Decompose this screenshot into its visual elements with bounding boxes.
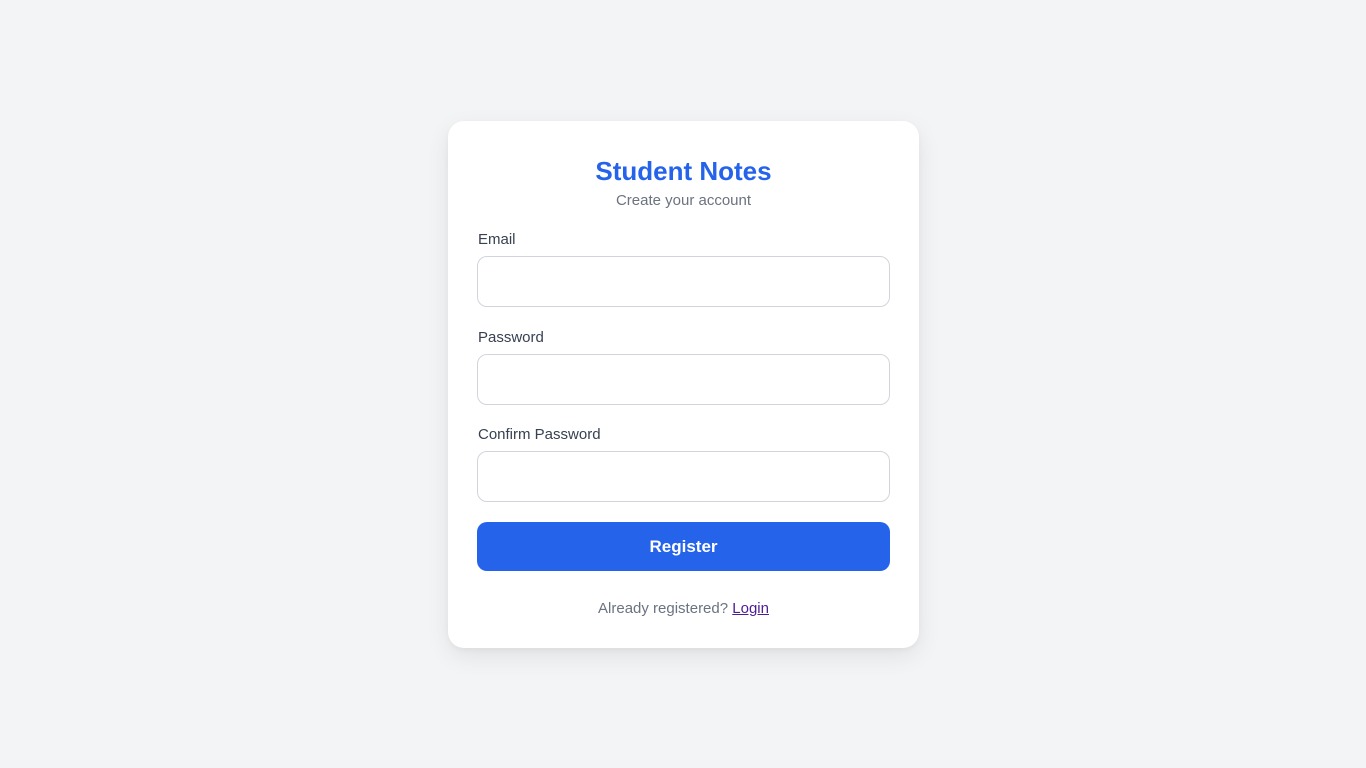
register-button[interactable]: Register	[477, 522, 890, 571]
app-title: Student Notes	[595, 156, 772, 186]
page-subtitle: Create your account	[615, 192, 752, 209]
register-card: Student Notes Create your account Email …	[448, 121, 919, 648]
login-prompt: Already registered? Login	[477, 599, 890, 619]
page: Student Notes Create your account Email …	[0, 0, 1366, 768]
confirm-password-input[interactable]	[477, 451, 890, 502]
login-prompt-text: Already registered?	[598, 600, 729, 617]
password-label: Password	[478, 329, 544, 346]
password-field-group: Password	[477, 328, 890, 405]
confirm-password-label: Confirm Password	[478, 426, 601, 443]
confirm-password-field-group: Confirm Password	[477, 425, 890, 502]
email-label: Email	[478, 231, 516, 248]
email-field-group: Email	[477, 230, 890, 307]
password-input[interactable]	[477, 354, 890, 405]
login-link[interactable]: Login	[732, 600, 769, 617]
email-input[interactable]	[477, 256, 890, 307]
